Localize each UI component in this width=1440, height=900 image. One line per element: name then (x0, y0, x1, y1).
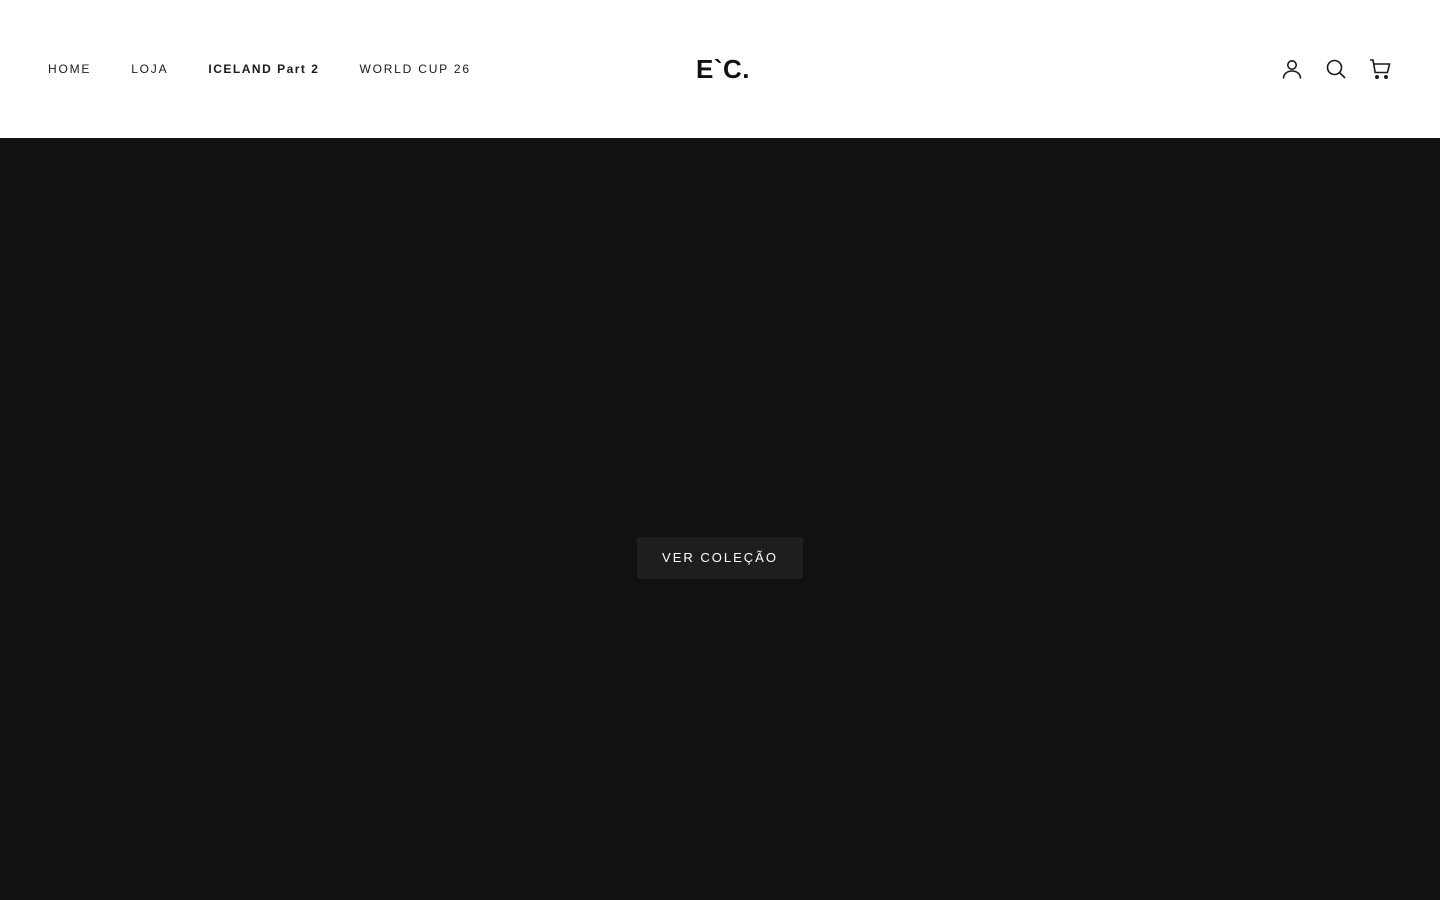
header-icons (1280, 57, 1392, 81)
nav-item-world-cup-26[interactable]: WORLD CUP 26 (359, 61, 470, 77)
account-icon[interactable] (1280, 57, 1304, 81)
search-icon[interactable] (1324, 57, 1348, 81)
site-header: HOME LOJA ICELAND Part 2 WORLD CUP 26 E`… (0, 0, 1440, 138)
nav-item-home[interactable]: HOME (48, 61, 91, 77)
nav-item-iceland-part-2[interactable]: ICELAND Part 2 (208, 61, 319, 77)
cart-icon[interactable] (1368, 57, 1392, 81)
view-collection-button[interactable]: VER COLEÇÃO (637, 537, 803, 579)
nav-item-loja[interactable]: LOJA (131, 61, 168, 77)
hero-banner: VER COLEÇÃO (0, 138, 1440, 900)
site-logo[interactable]: E`C. (690, 52, 750, 86)
main-nav: HOME LOJA ICELAND Part 2 WORLD CUP 26 (48, 61, 511, 77)
